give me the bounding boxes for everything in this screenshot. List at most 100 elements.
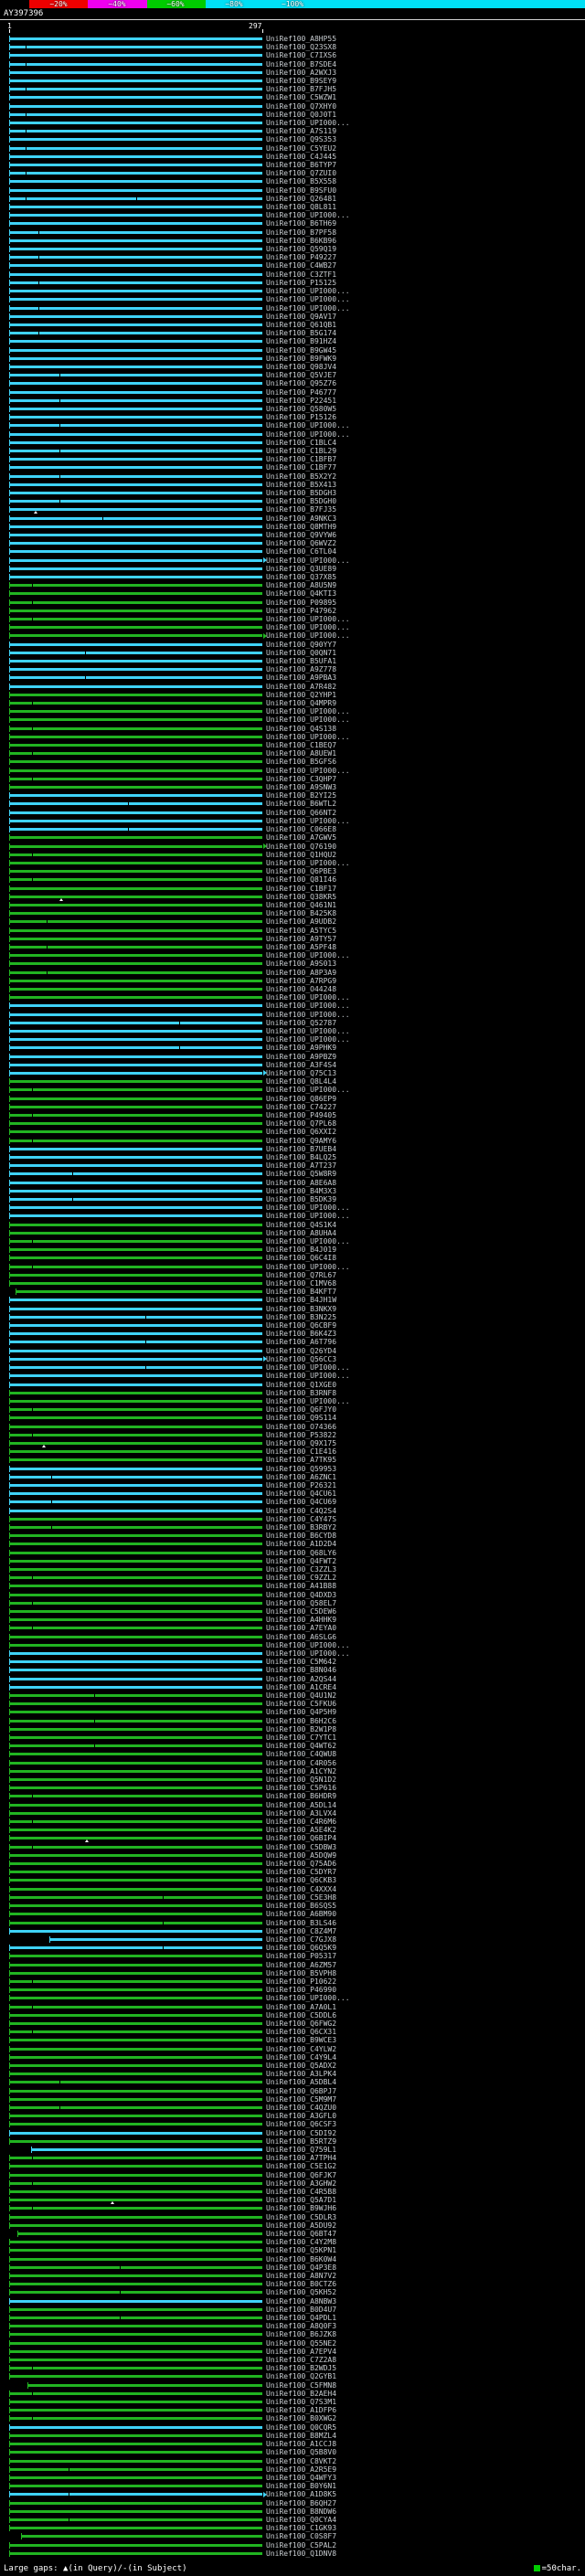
hit-label[interactable]: UniRef100_Q8L811 bbox=[266, 204, 336, 211]
hit-label[interactable]: UniRef100_B9SEY9 bbox=[266, 78, 336, 85]
hit-label[interactable]: UniRef100_Q61QB1 bbox=[266, 322, 336, 329]
alignment-bar[interactable] bbox=[9, 2081, 262, 2083]
alignment-bar[interactable] bbox=[9, 652, 262, 654]
hit-row[interactable]: UniRef100_P22451 bbox=[0, 397, 585, 405]
hit-label[interactable]: UniRef100_C1BEQ7 bbox=[266, 742, 336, 749]
hit-row[interactable]: UniRef100_B5RTZ9 bbox=[0, 2137, 585, 2146]
hit-label[interactable]: UniRef100_C4QZU0 bbox=[266, 2104, 336, 2112]
hit-row[interactable]: UniRef100_Q81I46 bbox=[0, 875, 585, 884]
hit-label[interactable]: UniRef100_C4Y9L4 bbox=[266, 2054, 336, 2062]
hit-label[interactable]: UniRef100_UPI000... bbox=[266, 952, 350, 959]
hit-row[interactable]: UniRef100_Q55NE2 bbox=[0, 2339, 585, 2348]
hit-row[interactable]: UniRef100_Q7XHY0 bbox=[0, 102, 585, 111]
alignment-bar[interactable] bbox=[9, 1164, 262, 1167]
hit-label[interactable]: UniRef100_C5FKU6 bbox=[266, 1701, 336, 1708]
hit-row[interactable]: UniRef100_P26321 bbox=[0, 1481, 585, 1489]
alignment-bar[interactable] bbox=[9, 811, 262, 814]
hit-label[interactable]: UniRef100_Q6FJY0 bbox=[266, 1406, 336, 1414]
hit-label[interactable]: UniRef100_C7YTC1 bbox=[266, 1734, 336, 1742]
hit-label[interactable]: UniRef100_A7TK95 bbox=[266, 1457, 336, 1464]
hit-row[interactable]: UniRef100_Q59953 bbox=[0, 1465, 585, 1473]
alignment-bar[interactable] bbox=[49, 1938, 262, 1941]
hit-label[interactable]: UniRef100_B6K0W4 bbox=[266, 2256, 336, 2263]
alignment-bar[interactable] bbox=[9, 1686, 262, 1689]
hit-label[interactable]: UniRef100_B4KFT7 bbox=[266, 1288, 336, 1296]
hit-label[interactable]: UniRef100_A9SNW3 bbox=[266, 784, 336, 791]
hit-row[interactable]: UniRef100_C7Z2A8 bbox=[0, 2356, 585, 2364]
hit-row[interactable]: UniRef100_A9PHK9 bbox=[0, 1044, 585, 1052]
hit-label[interactable]: UniRef100_C066E8 bbox=[266, 826, 336, 833]
hit-label[interactable]: UniRef100_Q4S1K4 bbox=[266, 1222, 336, 1229]
hit-row[interactable]: UniRef100_C4R5B8 bbox=[0, 2188, 585, 2196]
hit-label[interactable]: UniRef100_Q68LY6 bbox=[266, 1550, 336, 1557]
hit-label[interactable]: UniRef100_Q4WT62 bbox=[266, 1743, 336, 1750]
hit-row[interactable]: UniRef100_UPI000... bbox=[0, 119, 585, 127]
hit-label[interactable]: UniRef100_A8E6A8 bbox=[266, 1180, 336, 1187]
hit-label[interactable]: UniRef100_P15126 bbox=[266, 414, 336, 421]
alignment-bar[interactable] bbox=[9, 1122, 262, 1125]
hit-label[interactable]: UniRef100_Q38KR5 bbox=[266, 894, 336, 901]
hit-label[interactable]: UniRef100_C5DLR3 bbox=[266, 2214, 336, 2221]
hit-row[interactable]: UniRef100_A5TYC5 bbox=[0, 927, 585, 935]
hit-row[interactable]: UniRef100_A9TY57 bbox=[0, 935, 585, 943]
hit-label[interactable]: UniRef100_P09895 bbox=[266, 599, 336, 607]
alignment-bar[interactable] bbox=[9, 2426, 262, 2429]
hit-label[interactable]: UniRef100_A9PBA3 bbox=[266, 674, 336, 682]
hit-row[interactable]: UniRef100_C1BF77 bbox=[0, 463, 585, 472]
alignment-bar[interactable] bbox=[9, 189, 262, 192]
hit-row[interactable]: UniRef100_A9PBA3 bbox=[0, 673, 585, 682]
hit-row[interactable]: UniRef100_Q68LY6 bbox=[0, 1549, 585, 1557]
alignment-bar[interactable] bbox=[9, 2451, 262, 2454]
alignment-bar[interactable] bbox=[9, 273, 262, 276]
hit-row[interactable]: UniRef100_C6TL04 bbox=[0, 547, 585, 556]
alignment-bar[interactable] bbox=[9, 1526, 262, 1529]
hit-label[interactable]: UniRef100_C5E3H8 bbox=[266, 1894, 336, 1902]
hit-label[interactable]: UniRef100_A8N7V2 bbox=[266, 2273, 336, 2280]
hit-row[interactable]: UniRef100_Q7S3M1 bbox=[0, 2398, 585, 2406]
hit-row[interactable]: UniRef100_B7FJ35 bbox=[0, 505, 585, 514]
alignment-bar[interactable] bbox=[9, 2090, 262, 2093]
alignment-bar[interactable] bbox=[9, 2190, 262, 2193]
alignment-bar[interactable] bbox=[9, 904, 262, 906]
hit-label[interactable]: UniRef100_C3QHP7 bbox=[266, 776, 336, 783]
hit-label[interactable]: UniRef100_A7TPH4 bbox=[266, 2155, 336, 2162]
hit-label[interactable]: UniRef100_Q23SX8 bbox=[266, 44, 336, 51]
hit-label[interactable]: UniRef100_A41B88 bbox=[266, 1583, 336, 1590]
alignment-bar[interactable] bbox=[9, 1610, 262, 1613]
hit-label[interactable]: UniRef100_P47962 bbox=[266, 608, 336, 615]
hit-label[interactable]: UniRef100_A7T237 bbox=[266, 1162, 336, 1170]
hit-row[interactable]: UniRef100_B0CTZ6 bbox=[0, 2280, 585, 2288]
alignment-bar[interactable] bbox=[9, 37, 262, 40]
hit-label[interactable]: UniRef100_B2YI25 bbox=[266, 792, 336, 800]
alignment-bar[interactable] bbox=[9, 256, 262, 259]
hit-row[interactable]: UniRef100_B9GW45 bbox=[0, 346, 585, 355]
hit-label[interactable]: UniRef100_B91HZ4 bbox=[266, 338, 336, 345]
hit-row[interactable]: UniRef100_Q6CSF3 bbox=[0, 2120, 585, 2128]
hit-row[interactable]: UniRef100_O44248 bbox=[0, 985, 585, 993]
hit-row[interactable]: UniRef100_UPI000... bbox=[0, 1994, 585, 2002]
hit-label[interactable]: UniRef100_Q6CBF9 bbox=[266, 1322, 336, 1330]
alignment-bar[interactable] bbox=[9, 2064, 262, 2067]
hit-row[interactable]: UniRef100_Q61QB1 bbox=[0, 321, 585, 329]
hit-label[interactable]: UniRef100_Q759L1 bbox=[266, 2147, 336, 2154]
alignment-bar[interactable] bbox=[9, 2401, 262, 2403]
hit-label[interactable]: UniRef100_B8NDW6 bbox=[266, 2508, 336, 2516]
hit-row[interactable]: UniRef100_B7FJH5 bbox=[0, 85, 585, 93]
alignment-bar[interactable] bbox=[9, 1795, 262, 1797]
hit-label[interactable]: UniRef100_Q90YY7 bbox=[266, 641, 336, 649]
hit-row[interactable]: UniRef100_A9PBZ9 bbox=[0, 1053, 585, 1061]
hit-row[interactable]: UniRef100_B8NDW6 bbox=[0, 2507, 585, 2516]
hit-label[interactable]: UniRef100_A1DFP6 bbox=[266, 2407, 336, 2414]
alignment-bar[interactable] bbox=[9, 1400, 262, 1403]
alignment-bar[interactable] bbox=[9, 1837, 262, 1839]
hit-row[interactable]: UniRef100_B3RNF8 bbox=[0, 1389, 585, 1397]
alignment-bar[interactable] bbox=[9, 1374, 262, 1377]
alignment-bar[interactable] bbox=[27, 2384, 262, 2387]
hit-label[interactable]: UniRef100_C1BLC4 bbox=[266, 440, 336, 447]
hit-label[interactable]: UniRef100_O44248 bbox=[266, 986, 336, 993]
hit-label[interactable]: UniRef100_A9TY57 bbox=[266, 936, 336, 943]
alignment-bar[interactable] bbox=[9, 1214, 262, 1217]
hit-label[interactable]: UniRef100_C4XXX4 bbox=[266, 1886, 336, 1893]
alignment-bar[interactable] bbox=[9, 1568, 262, 1571]
hit-row[interactable]: UniRef100_B9FWK9 bbox=[0, 355, 585, 363]
